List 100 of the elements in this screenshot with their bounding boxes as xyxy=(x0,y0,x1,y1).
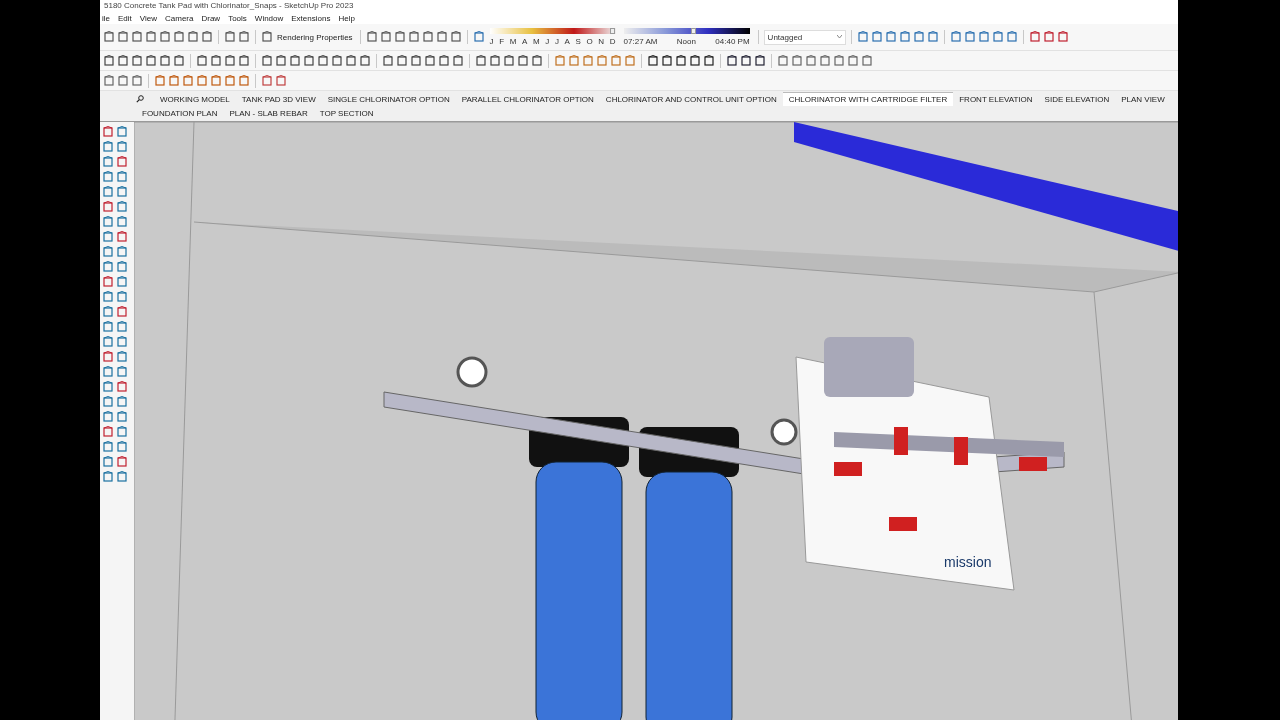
tool-icon[interactable] xyxy=(196,54,208,67)
menu-item[interactable]: Tools xyxy=(228,13,247,23)
tool-icon[interactable] xyxy=(116,456,128,468)
tool-icon[interactable] xyxy=(275,54,287,67)
tool-icon[interactable] xyxy=(407,31,420,43)
menu-item[interactable]: Extensions xyxy=(291,13,331,23)
search-icon[interactable] xyxy=(136,95,144,103)
tool-icon[interactable] xyxy=(303,54,315,67)
scene-tab[interactable]: PARALLEL CHLORINATOR OPTION xyxy=(455,92,600,106)
tag-dropdown[interactable]: Untagged xyxy=(763,29,846,45)
month-label: A xyxy=(564,37,570,46)
tool-icon[interactable] xyxy=(201,31,213,43)
tool-icon[interactable] xyxy=(116,306,128,318)
tool-icon[interactable] xyxy=(173,31,185,43)
tool-icon[interactable] xyxy=(131,54,143,67)
scene-tab[interactable]: TANK PAD 3D VIEW xyxy=(235,92,322,106)
scene-tab[interactable]: FOUNDATION PLAN xyxy=(136,106,224,120)
tool-icon[interactable] xyxy=(145,54,157,67)
tool-icon[interactable] xyxy=(475,54,487,67)
tool-icon[interactable] xyxy=(689,54,701,67)
tool-icon[interactable] xyxy=(116,156,128,168)
tool-icon[interactable] xyxy=(173,54,185,67)
tool-icon[interactable] xyxy=(1056,31,1069,43)
menu-item[interactable]: Window xyxy=(254,13,284,23)
tool-icon[interactable] xyxy=(503,54,515,67)
slider-thumb[interactable] xyxy=(690,28,696,34)
tool-icon[interactable] xyxy=(102,276,114,288)
menu-item[interactable]: Draw xyxy=(201,13,221,23)
scene-tab[interactable]: SINGLE CHLORINATOR OPTION xyxy=(321,92,456,106)
tool-icon[interactable] xyxy=(435,31,448,43)
month-label: J xyxy=(545,37,550,46)
tool-icon[interactable] xyxy=(238,54,250,67)
tool-icon[interactable] xyxy=(187,31,199,43)
tool-icon[interactable] xyxy=(452,54,464,67)
tool-icon[interactable] xyxy=(145,31,157,43)
slider-thumb[interactable] xyxy=(609,28,615,34)
date-slider[interactable] xyxy=(489,28,616,34)
tool-icon[interactable] xyxy=(261,31,273,43)
chevron-icon xyxy=(836,35,842,39)
tool-icon[interactable] xyxy=(224,54,236,67)
tool-icon[interactable] xyxy=(289,54,301,67)
scene-tab[interactable]: TOP SECTION xyxy=(313,106,380,120)
tool-icon[interactable] xyxy=(317,54,329,67)
scene-tab[interactable]: PLAN - SLAB REBAR xyxy=(223,106,314,120)
tool-icon[interactable] xyxy=(647,54,659,67)
tool-icon[interactable] xyxy=(103,31,115,43)
scene-tab[interactable]: SIDE ELEVATION xyxy=(1038,92,1116,106)
tool-icon[interactable] xyxy=(117,31,129,43)
tool-icon[interactable] xyxy=(238,31,250,43)
tool-icon[interactable] xyxy=(103,54,115,67)
tool-icon[interactable] xyxy=(224,31,236,43)
menu-item[interactable]: Edit xyxy=(118,13,132,23)
time-slider[interactable] xyxy=(623,28,750,34)
tool-icon[interactable] xyxy=(1042,31,1055,43)
tool-icon[interactable] xyxy=(754,54,766,67)
tool-icon[interactable] xyxy=(740,54,752,67)
tool-icon[interactable] xyxy=(131,31,143,43)
tool-icon[interactable] xyxy=(102,126,114,138)
tool-icon[interactable] xyxy=(449,31,462,43)
tool-icon[interactable] xyxy=(393,31,406,43)
scene-tab[interactable]: PLAN VIEW xyxy=(1115,92,1171,106)
scene-tab[interactable]: CHLORINATOR WITH CARTRIDGE FILTER xyxy=(782,92,954,106)
rendering-properties-button[interactable]: Rendering Properties xyxy=(275,32,355,42)
menu-item[interactable]: Help xyxy=(338,13,355,23)
tool-icon[interactable] xyxy=(261,54,273,67)
tool-icon[interactable] xyxy=(116,381,128,393)
tool-icon[interactable] xyxy=(396,54,408,67)
tool-icon[interactable] xyxy=(421,31,434,43)
tool-icon[interactable] xyxy=(345,54,357,67)
tool-icon[interactable] xyxy=(102,201,114,213)
tool-icon[interactable] xyxy=(102,426,114,438)
tool-icon[interactable] xyxy=(117,54,129,67)
scene-tab[interactable]: FRONT ELEVATION xyxy=(953,92,1039,106)
tool-icon[interactable] xyxy=(159,31,171,43)
tool-icon[interactable] xyxy=(726,54,738,67)
tool-icon[interactable] xyxy=(438,54,450,67)
tool-icon[interactable] xyxy=(531,54,543,67)
tool-icon[interactable] xyxy=(102,351,114,363)
tool-icon[interactable] xyxy=(379,31,392,43)
tool-icon[interactable] xyxy=(661,54,673,67)
tool-icon[interactable] xyxy=(1028,31,1041,43)
tool-icon[interactable] xyxy=(331,54,343,67)
tool-icon[interactable] xyxy=(489,54,501,67)
tool-icon[interactable] xyxy=(675,54,687,67)
tool-icon[interactable] xyxy=(424,54,436,67)
tool-icon[interactable] xyxy=(517,54,529,67)
tool-icon[interactable] xyxy=(210,54,222,67)
menu-item[interactable]: View xyxy=(139,13,157,23)
tool-icon[interactable] xyxy=(703,54,715,67)
menu-item[interactable]: ile xyxy=(102,13,110,23)
month-label: S xyxy=(575,37,581,46)
tool-icon[interactable] xyxy=(365,31,378,43)
tool-icon[interactable] xyxy=(159,54,171,67)
scene-tab[interactable]: CHLORINATOR AND CONTROL UNIT OPTION xyxy=(599,92,783,106)
tool-icon[interactable] xyxy=(382,54,394,67)
tool-icon[interactable] xyxy=(410,54,422,67)
tool-icon[interactable] xyxy=(116,231,128,243)
scene-tab[interactable]: WORKING MODEL xyxy=(154,92,236,106)
menu-item[interactable]: Camera xyxy=(165,13,194,23)
tool-icon[interactable] xyxy=(359,54,371,67)
